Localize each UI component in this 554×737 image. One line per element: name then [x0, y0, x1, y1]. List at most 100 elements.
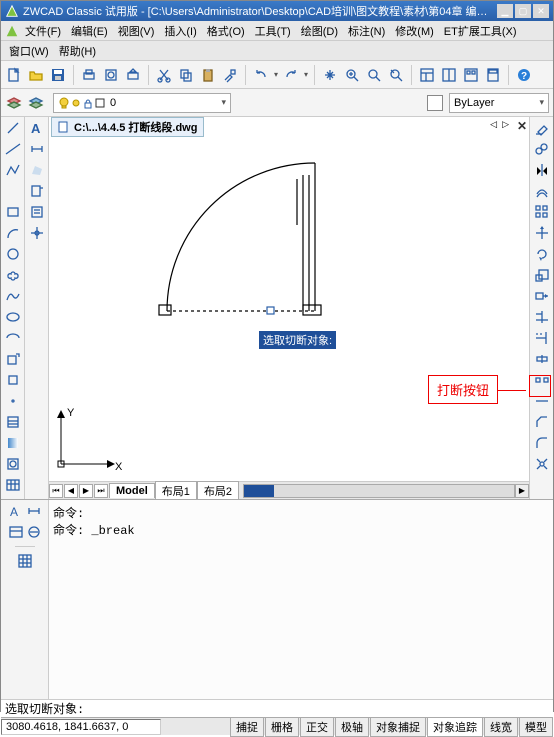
file-tab[interactable]: C:\...\4.4.5 打断线段.dwg [51, 117, 204, 137]
color-box[interactable] [427, 95, 443, 111]
offset-tool[interactable] [533, 182, 551, 200]
dimstyle-tool[interactable] [25, 502, 43, 520]
distance-tool[interactable] [28, 140, 46, 158]
menu-file[interactable]: 文件(F) [21, 21, 65, 41]
menu-help[interactable]: 帮助(H) [55, 41, 100, 61]
app-menu-icon[interactable] [5, 24, 19, 38]
redo-button[interactable] [282, 66, 300, 84]
otrack-toggle[interactable]: 对象追踪 [427, 717, 483, 737]
layer-state-button[interactable] [27, 94, 45, 112]
new-button[interactable] [5, 66, 23, 84]
tab-first[interactable]: ⏮ [49, 484, 63, 498]
menu-format[interactable]: 格式(O) [203, 21, 249, 41]
copy-button[interactable] [177, 66, 195, 84]
massprop-tool[interactable] [28, 182, 46, 200]
tab-prev[interactable]: ◀ [64, 484, 78, 498]
region-tool[interactable] [4, 455, 22, 473]
scroll-right[interactable]: ▶ [515, 484, 529, 498]
table-tool[interactable] [4, 476, 22, 494]
mirror-tool[interactable] [533, 161, 551, 179]
area-tool[interactable] [28, 161, 46, 179]
erase-tool[interactable] [533, 119, 551, 137]
tab-nav-right[interactable]: ▷ [502, 119, 509, 130]
maximize-button[interactable]: ▢ [515, 4, 531, 18]
close-doc-button[interactable]: ✕ [517, 119, 527, 133]
mtext-tool[interactable]: A [28, 119, 46, 137]
menu-tools[interactable]: 工具(T) [251, 21, 295, 41]
tab-next[interactable]: ▶ [79, 484, 93, 498]
break-at-point-tool[interactable] [533, 350, 551, 368]
menu-edit[interactable]: 编辑(E) [67, 21, 112, 41]
polygon-tool[interactable] [4, 182, 22, 200]
chamfer-tool[interactable] [533, 413, 551, 431]
print-preview-button[interactable] [102, 66, 120, 84]
array-tool[interactable] [533, 203, 551, 221]
circle-tool[interactable] [4, 245, 22, 263]
insert-block-tool[interactable] [4, 350, 22, 368]
tab-last[interactable]: ⏭ [94, 484, 108, 498]
ellipse-tool[interactable] [4, 308, 22, 326]
menu-view[interactable]: 视图(V) [114, 21, 159, 41]
id-point-tool[interactable] [28, 224, 46, 242]
menu-window[interactable]: 窗口(W) [5, 41, 53, 61]
menu-draw[interactable]: 绘图(D) [297, 21, 342, 41]
textstyle-tool[interactable]: A [7, 502, 25, 520]
properties-button[interactable] [418, 66, 436, 84]
menu-modify[interactable]: 修改(M) [391, 21, 438, 41]
polar-toggle[interactable]: 极轴 [335, 717, 369, 737]
tab-nav-left[interactable]: ◁ [490, 119, 497, 130]
make-block-tool[interactable] [4, 371, 22, 389]
grid-tool[interactable] [16, 552, 34, 570]
scale-tool[interactable] [533, 266, 551, 284]
copy-tool[interactable] [533, 140, 551, 158]
rotate-tool[interactable] [533, 245, 551, 263]
point-tool[interactable] [4, 392, 22, 410]
h-scrollbar[interactable] [243, 484, 515, 498]
open-button[interactable] [27, 66, 45, 84]
osnap-toggle[interactable]: 对象捕捉 [370, 717, 426, 737]
calc-button[interactable] [484, 66, 502, 84]
layer-dropdown[interactable]: 0 ▾ [53, 93, 231, 113]
pan-button[interactable] [321, 66, 339, 84]
model-toggle[interactable]: 模型 [519, 717, 553, 737]
snap-toggle[interactable]: 捕捉 [230, 717, 264, 737]
rectangle-tool[interactable] [4, 203, 22, 221]
menu-insert[interactable]: 插入(I) [160, 21, 200, 41]
trim-tool[interactable] [533, 308, 551, 326]
match-prop-button[interactable] [221, 66, 239, 84]
wipeout-tool[interactable] [25, 523, 43, 541]
fillet-tool[interactable] [533, 434, 551, 452]
tablestyle-tool[interactable] [7, 523, 25, 541]
paste-button[interactable] [199, 66, 217, 84]
gradient-tool[interactable] [4, 434, 22, 452]
layer-manager-button[interactable] [5, 94, 23, 112]
ortho-toggle[interactable]: 正交 [300, 717, 334, 737]
xline-tool[interactable] [4, 140, 22, 158]
command-input[interactable]: 选取切断对象: [1, 699, 553, 717]
ellipse-arc-tool[interactable] [4, 329, 22, 347]
design-center-button[interactable] [440, 66, 458, 84]
lwt-toggle[interactable]: 线宽 [484, 717, 518, 737]
publish-button[interactable] [124, 66, 142, 84]
undo-button[interactable] [252, 66, 270, 84]
color-dropdown[interactable]: ByLayer ▾ [449, 93, 549, 113]
save-button[interactable] [49, 66, 67, 84]
tab-layout1[interactable]: 布局1 [155, 481, 197, 499]
tab-layout2[interactable]: 布局2 [197, 481, 239, 499]
drawing-area[interactable]: C:\...\4.4.5 打断线段.dwg ◁ ▷ ✕ [49, 117, 529, 499]
explode-tool[interactable] [533, 455, 551, 473]
polyline-tool[interactable] [4, 161, 22, 179]
close-button[interactable]: ✕ [533, 4, 549, 18]
zoom-previous-button[interactable] [387, 66, 405, 84]
zoom-window-button[interactable] [365, 66, 383, 84]
extend-tool[interactable] [533, 329, 551, 347]
menu-et[interactable]: ET扩展工具(X) [440, 21, 521, 41]
arc-tool[interactable] [4, 224, 22, 242]
grid-toggle[interactable]: 栅格 [265, 717, 299, 737]
revcloud-tool[interactable] [4, 266, 22, 284]
help-button[interactable]: ? [515, 66, 533, 84]
cut-button[interactable] [155, 66, 173, 84]
canvas[interactable]: 选取切断对象: Y X [49, 135, 529, 481]
line-tool[interactable] [4, 119, 22, 137]
minimize-button[interactable]: ▁ [497, 4, 513, 18]
